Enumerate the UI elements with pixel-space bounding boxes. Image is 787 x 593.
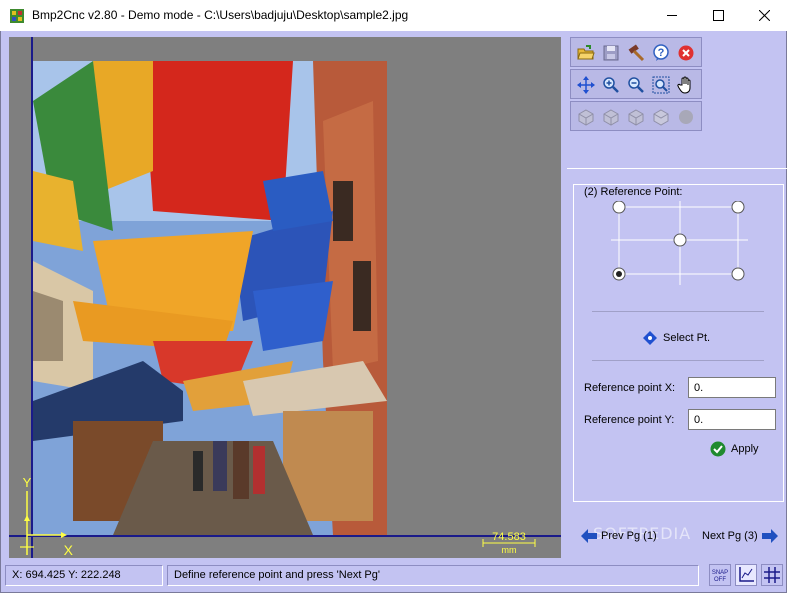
zoom-fit-icon	[652, 76, 670, 94]
maximize-button[interactable]	[695, 0, 741, 31]
cube-icon	[603, 109, 619, 126]
close-button[interactable]	[741, 0, 787, 31]
zoom-out-icon	[628, 77, 644, 93]
x-axis-label: X	[64, 542, 74, 558]
main-window: Y X 74.583 mm ? (2) Reference Point: Sel…	[0, 31, 787, 593]
source-photo	[33, 61, 387, 535]
bmp2cnc-app-icon	[10, 9, 24, 23]
axes-icon	[739, 567, 754, 582]
zoom-out-button[interactable]	[625, 74, 647, 96]
zoom-in-icon	[603, 77, 619, 93]
snap-label: SNAP	[712, 570, 728, 576]
pan-hand-icon	[677, 76, 691, 94]
arrow-left-icon	[581, 529, 597, 543]
ref-x-input[interactable]	[688, 377, 776, 398]
scale-unit: mm	[501, 545, 517, 555]
crosshair-icon	[643, 331, 657, 345]
zoom-fit-button[interactable]	[650, 74, 672, 96]
maximize-icon	[712, 10, 724, 21]
cube-icon	[628, 109, 644, 126]
ref-radio-bottom-right[interactable]	[731, 267, 745, 281]
divider-top	[592, 311, 764, 312]
open-button[interactable]	[575, 42, 597, 64]
help-icon: ?	[653, 44, 669, 61]
toolbar-row-view	[570, 69, 702, 99]
prev-page-button[interactable]: Prev Pg (1)	[581, 529, 657, 543]
reference-point-selector	[611, 201, 748, 285]
next-page-label: Next Pg (3)	[702, 530, 758, 542]
exit-button[interactable]	[675, 42, 697, 64]
status-bar: X: 694.425 Y: 222.248 Define reference p…	[1, 560, 787, 591]
prev-page-label: Prev Pg (1)	[601, 530, 657, 542]
zoom-in-button[interactable]	[600, 74, 622, 96]
arrow-right-icon	[761, 529, 778, 543]
minimize-icon	[666, 15, 677, 16]
close-icon	[758, 10, 770, 21]
reference-point-group: (2) Reference Point: Select Pt. Referenc…	[573, 184, 784, 502]
apply-button[interactable]: Apply	[710, 441, 759, 457]
origin-marker: Y X	[20, 475, 74, 558]
title-bar: Bmp2Cnc v2.80 - Demo mode - C:\Users\bad…	[0, 0, 787, 31]
scale-bar: 74.583 mm	[479, 531, 549, 557]
svg-text:OFF: OFF	[714, 577, 726, 583]
y-axis-label: Y	[23, 475, 32, 490]
ref-radio-bottom-left[interactable]	[612, 267, 626, 281]
svg-text:?: ?	[658, 47, 665, 59]
ref-radio-top-left[interactable]	[612, 201, 626, 214]
cube-icon	[653, 109, 669, 126]
save-icon	[603, 45, 619, 61]
sphere-button[interactable]	[675, 106, 697, 128]
scale-value: 74.583	[492, 531, 526, 543]
select-point-button[interactable]: Select Pt.	[642, 330, 710, 346]
grid-toggle-button[interactable]	[761, 564, 783, 586]
cube-button-1[interactable]	[575, 106, 597, 128]
move-icon	[577, 76, 595, 94]
toolbar-row-3d	[570, 101, 702, 131]
snap-off-icon: SNAP OFF	[712, 570, 728, 583]
minimize-button[interactable]	[649, 0, 695, 31]
image-canvas[interactable]: Y X 74.583 mm	[9, 37, 561, 558]
next-page-button[interactable]: Next Pg (3)	[702, 529, 778, 543]
group-title: (2) Reference Point:	[584, 186, 683, 198]
hammer-icon	[628, 44, 645, 62]
ref-y-label: Reference point Y:	[584, 414, 675, 426]
pan-button[interactable]	[675, 74, 697, 96]
sphere-icon	[679, 110, 693, 124]
help-button[interactable]: ?	[650, 42, 672, 64]
coordinates-readout: X: 694.425 Y: 222.248	[5, 565, 163, 586]
select-point-label: Select Pt.	[663, 332, 711, 344]
save-button[interactable]	[600, 42, 622, 64]
build-button[interactable]	[625, 42, 647, 64]
snap-toggle-button[interactable]: SNAP OFF	[709, 564, 731, 586]
status-message: Define reference point and press 'Next P…	[167, 565, 699, 586]
toolbar-row-file: ?	[570, 37, 702, 67]
exit-icon	[678, 45, 694, 61]
toolbar: ?	[570, 37, 784, 137]
apply-label: Apply	[731, 443, 759, 455]
cube-button-2[interactable]	[600, 106, 622, 128]
ref-x-label: Reference point X:	[584, 382, 676, 394]
move-button[interactable]	[575, 74, 597, 96]
divider-bottom	[592, 360, 764, 361]
ref-radio-center[interactable]	[673, 233, 687, 247]
check-icon	[710, 441, 726, 457]
ref-radio-top-right[interactable]	[731, 201, 745, 214]
cube-button-3[interactable]	[625, 106, 647, 128]
window-title: Bmp2Cnc v2.80 - Demo mode - C:\Users\bad…	[32, 8, 409, 22]
axes-toggle-button[interactable]	[735, 564, 757, 586]
panel-separator	[567, 168, 787, 169]
cube-icon	[578, 109, 594, 126]
grid-icon	[764, 567, 780, 583]
open-icon	[577, 45, 595, 60]
cube-button-4[interactable]	[650, 106, 672, 128]
ref-y-input[interactable]	[688, 409, 776, 430]
